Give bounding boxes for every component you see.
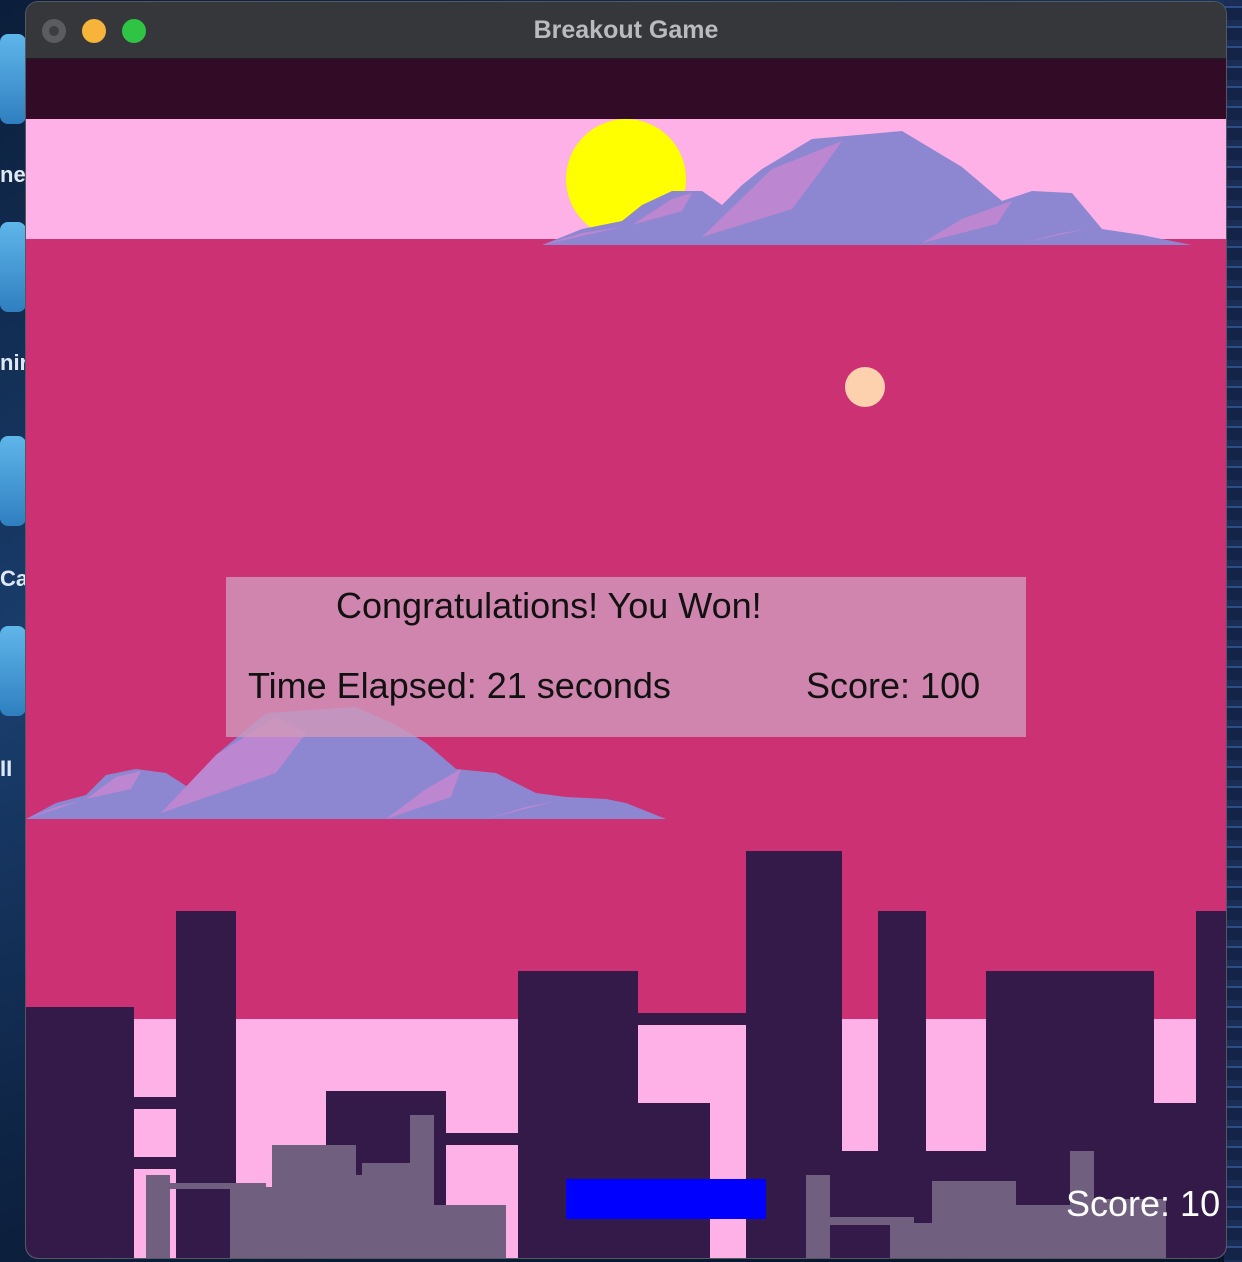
top-band xyxy=(26,59,1226,119)
window-title: Breakout Game xyxy=(533,16,719,44)
building xyxy=(878,911,926,1258)
win-dialog: Congratulations! You Won! Time Elapsed: … xyxy=(226,577,1026,737)
desktop-icon-label: II xyxy=(0,756,13,781)
building-foreground xyxy=(356,1175,410,1258)
building-foreground xyxy=(410,1115,434,1258)
building-foreground xyxy=(272,1145,356,1258)
building-foreground xyxy=(806,1175,830,1258)
building xyxy=(134,1157,176,1169)
building xyxy=(176,911,236,1258)
desktop-icon-label: nir xyxy=(0,350,26,375)
building-foreground xyxy=(146,1175,170,1258)
building xyxy=(134,1097,176,1109)
time-elapsed-label: Time Elapsed: 21 seconds xyxy=(248,665,671,706)
cloud-top xyxy=(542,131,1192,245)
hud-score: Score: 10 xyxy=(1066,1183,1221,1224)
ball xyxy=(845,367,885,407)
building xyxy=(842,1151,878,1258)
final-score-label: Score: 100 xyxy=(806,665,981,706)
game-canvas[interactable]: Congratulations! You Won! Time Elapsed: … xyxy=(26,59,1226,1258)
desktop-icon-label: nes xyxy=(0,162,26,187)
desktop-wallpaper-strip xyxy=(1224,0,1242,1262)
desktop-folder-icon[interactable] xyxy=(0,626,26,716)
win-message: Congratulations! You Won! xyxy=(336,585,762,626)
building-foreground xyxy=(890,1223,938,1258)
game-window: Breakout Game Congratulations! You Won! … xyxy=(26,2,1226,1258)
building-foreground xyxy=(434,1205,506,1258)
building-foreground xyxy=(362,1163,410,1175)
desktop-folder-icon[interactable] xyxy=(0,34,26,124)
building xyxy=(26,1007,134,1258)
building xyxy=(446,1133,518,1145)
desktop-icon-label: Ca xyxy=(0,566,26,591)
building-foreground xyxy=(932,1181,1016,1258)
building-foreground xyxy=(230,1187,272,1258)
paddle[interactable] xyxy=(566,1179,766,1219)
building-foreground xyxy=(1016,1205,1070,1258)
title-bar[interactable]: Breakout Game xyxy=(26,2,1226,59)
building xyxy=(638,1013,746,1025)
desktop-folder-icon[interactable] xyxy=(0,222,26,312)
desktop-folder-icon[interactable] xyxy=(0,436,26,526)
